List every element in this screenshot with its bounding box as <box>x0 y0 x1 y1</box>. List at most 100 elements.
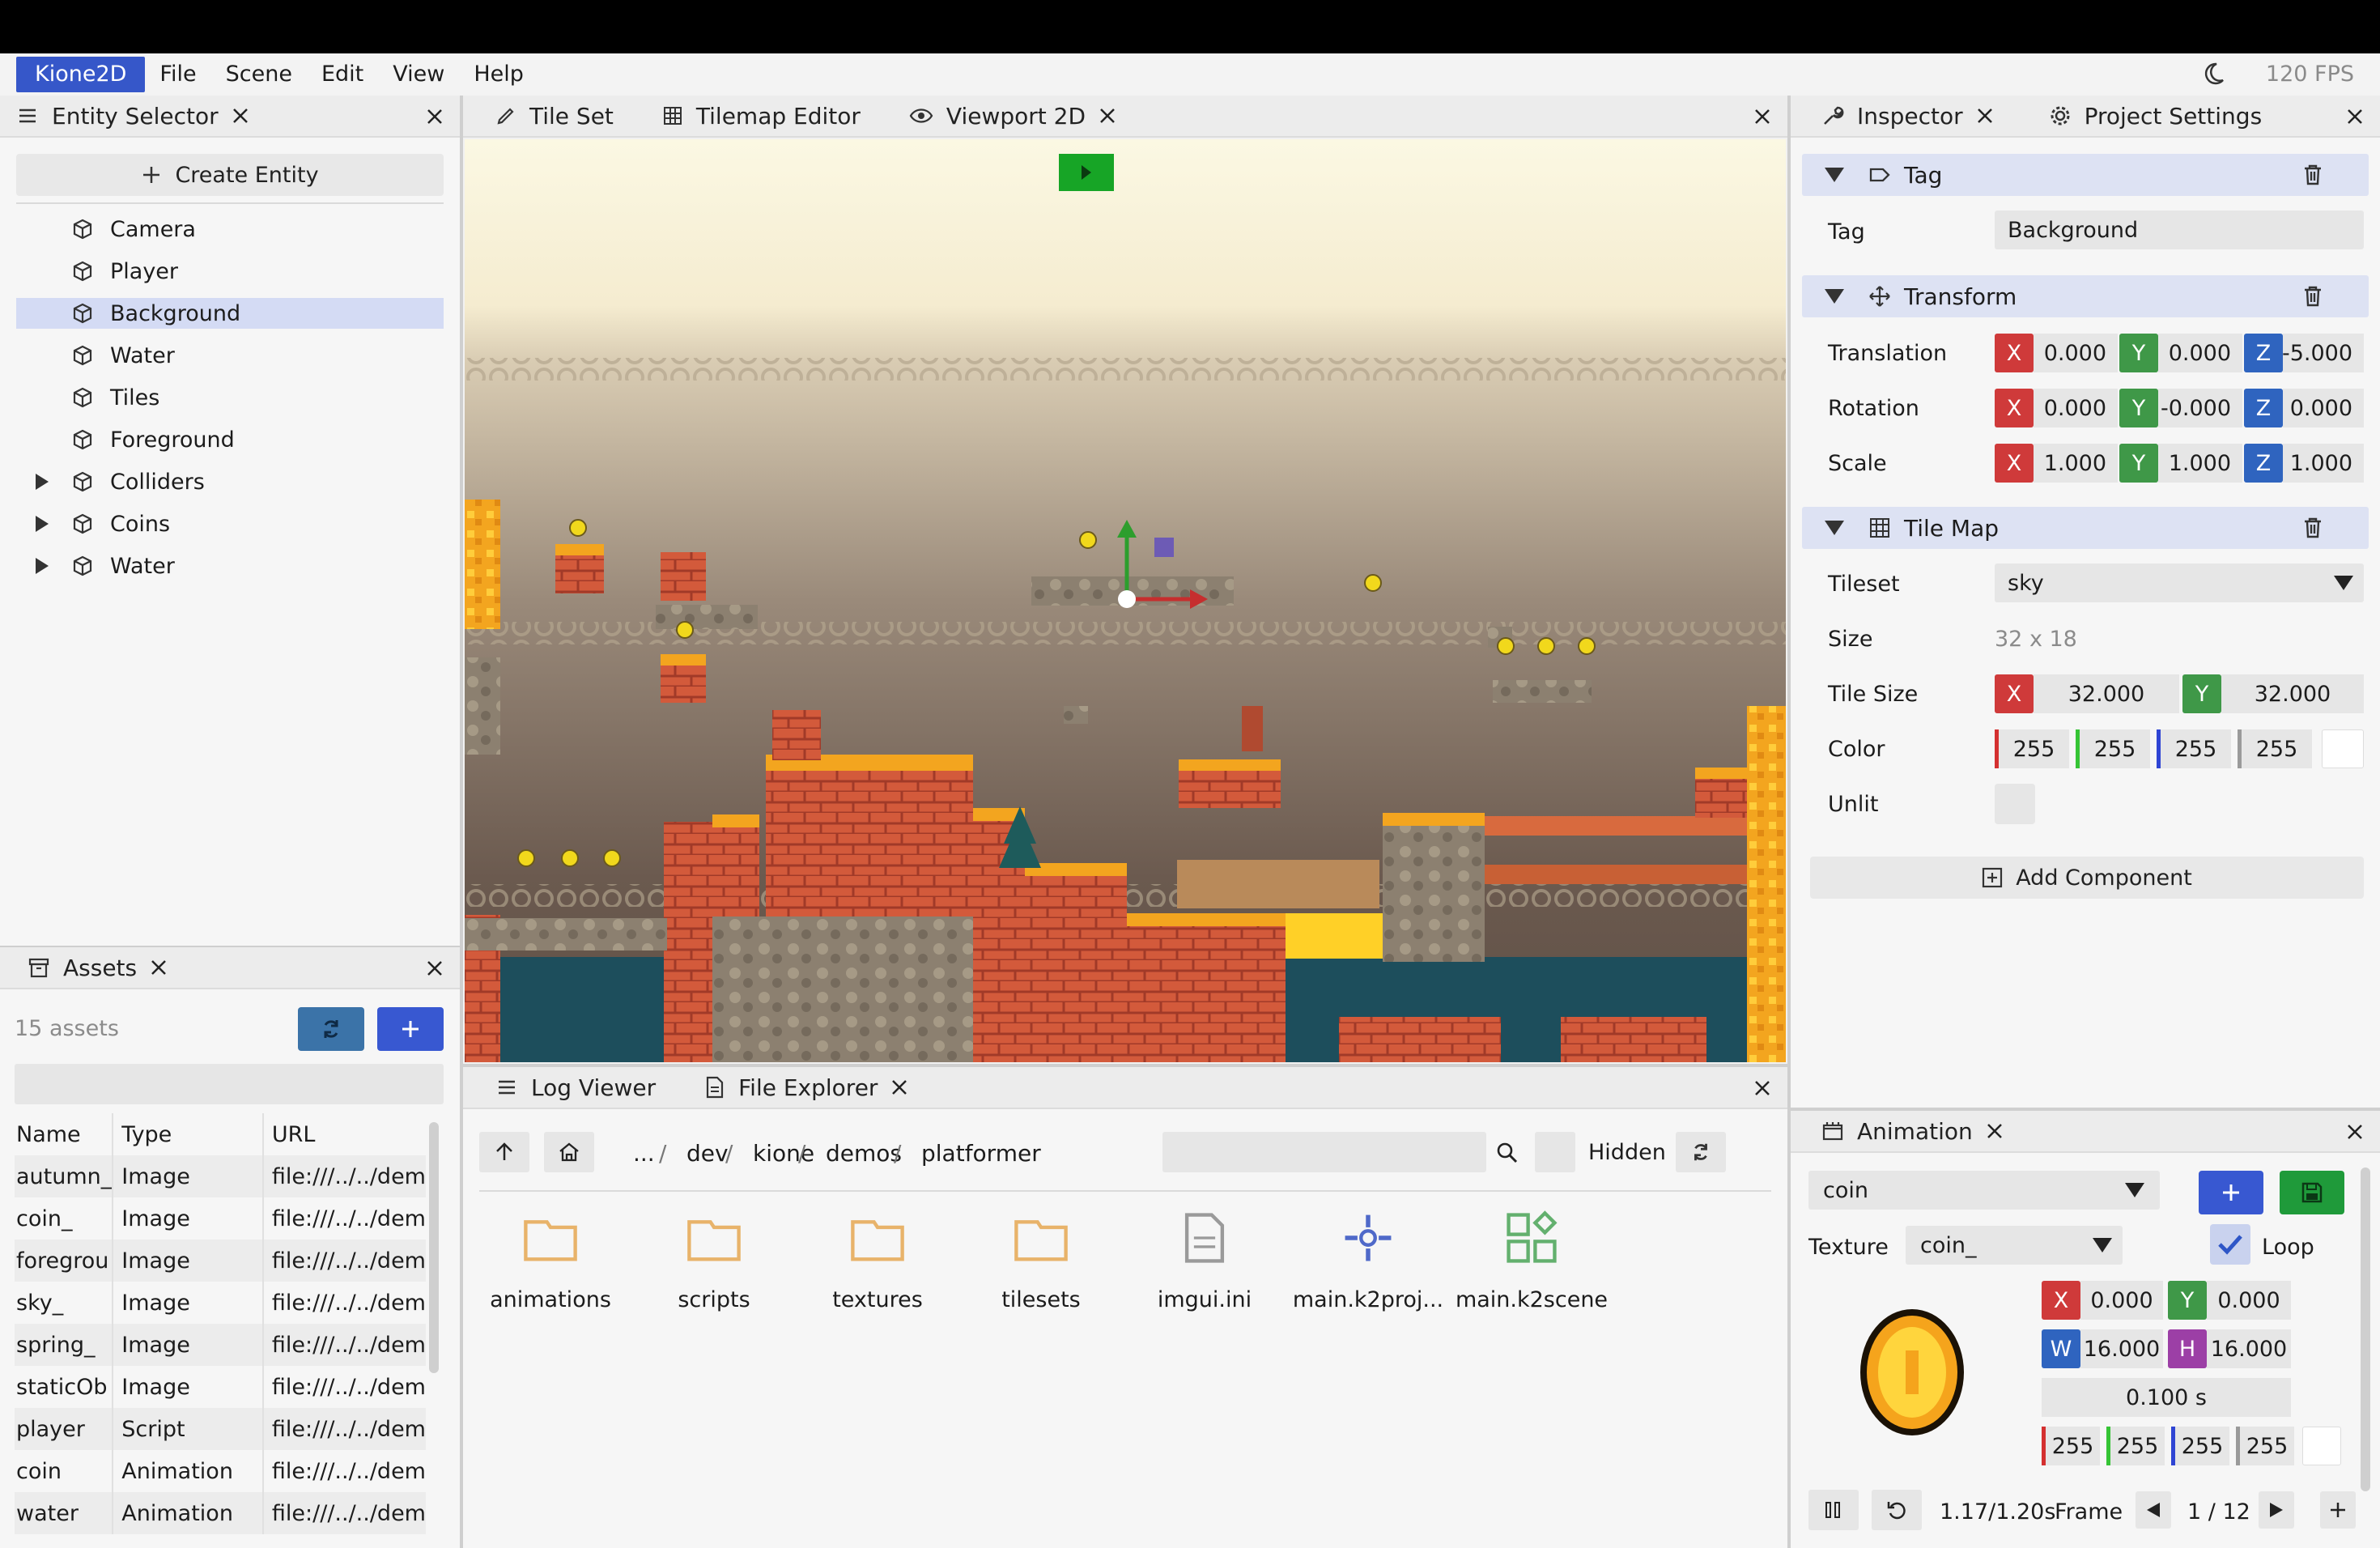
translation-z-field[interactable]: -5.000 <box>2282 334 2364 372</box>
search-icon[interactable] <box>1496 1142 1519 1164</box>
table-row[interactable]: staticOb Image file:///../../dem <box>15 1366 426 1408</box>
trash-icon[interactable] <box>2302 164 2323 186</box>
scale-z-field[interactable]: 1.000 <box>2283 444 2364 483</box>
entity-item[interactable]: Coins <box>16 508 444 539</box>
close-panel-icon[interactable] <box>424 958 445 979</box>
file-item[interactable]: main.k2scene <box>1451 1210 1613 1312</box>
close-panel-icon[interactable] <box>2344 106 2365 127</box>
column-header-name[interactable]: Name <box>15 1113 114 1155</box>
table-row[interactable]: spring_ Image file:///../../dem <box>15 1324 426 1366</box>
close-panel-icon[interactable] <box>424 106 445 127</box>
tab-project-settings[interactable]: Project Settings <box>2025 96 2279 137</box>
home-button[interactable] <box>544 1132 594 1172</box>
table-row[interactable]: foregrou Image file:///../../dem <box>15 1240 426 1282</box>
moon-icon[interactable] <box>2200 61 2226 87</box>
menu-scene[interactable]: Scene <box>211 57 307 92</box>
tab-inspector[interactable]: Inspector <box>1791 96 2025 137</box>
close-tab-icon[interactable] <box>148 957 169 978</box>
unlit-checkbox[interactable] <box>1995 784 2035 824</box>
pause-button[interactable] <box>1808 1490 1859 1530</box>
close-panel-icon[interactable] <box>2344 1121 2365 1142</box>
trash-icon[interactable] <box>2302 517 2323 539</box>
file-item[interactable]: animations <box>470 1210 631 1312</box>
add-asset-button[interactable] <box>377 1007 444 1051</box>
refresh-assets-button[interactable] <box>298 1007 364 1051</box>
entity-item[interactable]: Foreground <box>16 424 444 455</box>
file-item[interactable]: tilesets <box>960 1210 1122 1312</box>
table-row[interactable]: water Animation file:///../../dem <box>15 1492 426 1534</box>
color-b-field[interactable]: 255 <box>2157 729 2231 768</box>
transform-section-header[interactable]: Transform <box>1802 275 2369 317</box>
anim-color-r-field[interactable]: 255 <box>2042 1427 2100 1465</box>
tab-file-explorer[interactable]: File Explorer <box>672 1067 939 1108</box>
anim-color-g-field[interactable]: 255 <box>2106 1427 2165 1465</box>
assets-scrollbar[interactable] <box>429 1122 439 1373</box>
loop-checkbox[interactable] <box>2210 1224 2250 1265</box>
expand-arrow-icon[interactable] <box>36 558 49 574</box>
anim-color-a-field[interactable]: 255 <box>2236 1427 2294 1465</box>
scale-y-field[interactable]: 1.000 <box>2158 444 2242 483</box>
close-panel-icon[interactable] <box>1752 1078 1773 1099</box>
menu-file[interactable]: File <box>145 57 210 92</box>
file-item[interactable]: main.k2proj... <box>1287 1210 1449 1312</box>
tile-size-x-field[interactable]: 32.000 <box>2034 674 2179 713</box>
close-tab-icon[interactable] <box>1984 1121 2005 1142</box>
tab-tile-set[interactable]: Tile Set <box>463 96 630 137</box>
trash-icon[interactable] <box>2302 285 2323 308</box>
animation-scrollbar[interactable] <box>2361 1167 2370 1491</box>
table-row[interactable]: coin Animation file:///../../dem <box>15 1450 426 1492</box>
menu-edit[interactable]: Edit <box>307 57 378 92</box>
entity-item[interactable]: Colliders <box>16 466 444 497</box>
tab-entity-selector[interactable]: Entity Selector <box>0 96 280 137</box>
table-row[interactable]: sky_ Image file:///../../dem <box>15 1282 426 1324</box>
entity-item[interactable]: Tiles <box>16 382 444 413</box>
asset-search-input[interactable] <box>15 1064 444 1104</box>
rotation-x-field[interactable]: 0.000 <box>2034 389 2118 427</box>
breadcrumb-item[interactable]: platformer <box>921 1140 1041 1167</box>
tab-viewport-2d[interactable]: Viewport 2D <box>877 96 1147 137</box>
add-frame-button[interactable] <box>2320 1491 2356 1529</box>
hidden-checkbox[interactable] <box>1535 1132 1575 1172</box>
add-component-button[interactable]: Add Component <box>1810 857 2364 899</box>
tileset-select[interactable]: sky <box>1995 563 2364 602</box>
breadcrumb-item[interactable]: dev <box>686 1140 729 1167</box>
next-frame-button[interactable] <box>2259 1491 2294 1529</box>
close-tab-icon[interactable] <box>1974 105 1995 126</box>
tab-tilemap-editor[interactable]: Tilemap Editor <box>630 96 877 137</box>
entity-item[interactable]: Camera <box>16 214 444 245</box>
breadcrumb-item[interactable]: ... <box>633 1140 655 1167</box>
up-directory-button[interactable] <box>479 1132 529 1172</box>
close-panel-icon[interactable] <box>1752 106 1773 127</box>
tab-assets[interactable]: Assets <box>0 947 198 989</box>
translation-x-field[interactable]: 0.000 <box>2034 334 2118 372</box>
tag-section-header[interactable]: Tag <box>1802 154 2369 196</box>
animation-select[interactable]: coin <box>1808 1171 2160 1210</box>
menu-view[interactable]: View <box>378 57 459 92</box>
file-search-input[interactable] <box>1162 1132 1486 1172</box>
column-header-type[interactable]: Type <box>113 1113 264 1155</box>
app-brand[interactable]: Kione2D <box>16 57 146 92</box>
entity-item[interactable]: Water <box>16 340 444 371</box>
expand-arrow-icon[interactable] <box>36 474 49 490</box>
color-g-field[interactable]: 255 <box>2076 729 2150 768</box>
frame-x-field[interactable]: 0.000 <box>2080 1281 2163 1320</box>
frame-duration-field[interactable]: 0.100 s <box>2042 1378 2291 1417</box>
frame-y-field[interactable]: 0.000 <box>2207 1281 2291 1320</box>
tile-size-y-field[interactable]: 32.000 <box>2221 674 2364 713</box>
add-animation-button[interactable] <box>2199 1171 2263 1214</box>
entity-item[interactable]: Background <box>16 298 444 329</box>
entity-item[interactable]: Water <box>16 551 444 581</box>
frame-h-field[interactable]: 16.000 <box>2207 1329 2291 1368</box>
table-row[interactable]: coin_ Image file:///../../dem <box>15 1197 426 1240</box>
column-header-url[interactable]: URL <box>263 1113 426 1155</box>
breadcrumb-item[interactable]: demos <box>826 1140 902 1167</box>
frame-w-field[interactable]: 16.000 <box>2080 1329 2163 1368</box>
save-animation-button[interactable] <box>2280 1171 2344 1214</box>
expand-arrow-icon[interactable] <box>36 516 49 532</box>
translation-y-field[interactable]: 0.000 <box>2158 334 2242 372</box>
rotation-z-field[interactable]: 0.000 <box>2283 389 2364 427</box>
color-swatch[interactable] <box>2322 729 2364 768</box>
entity-item[interactable]: Player <box>16 256 444 287</box>
close-tab-icon[interactable] <box>889 1077 910 1098</box>
file-item[interactable]: textures <box>797 1210 958 1312</box>
